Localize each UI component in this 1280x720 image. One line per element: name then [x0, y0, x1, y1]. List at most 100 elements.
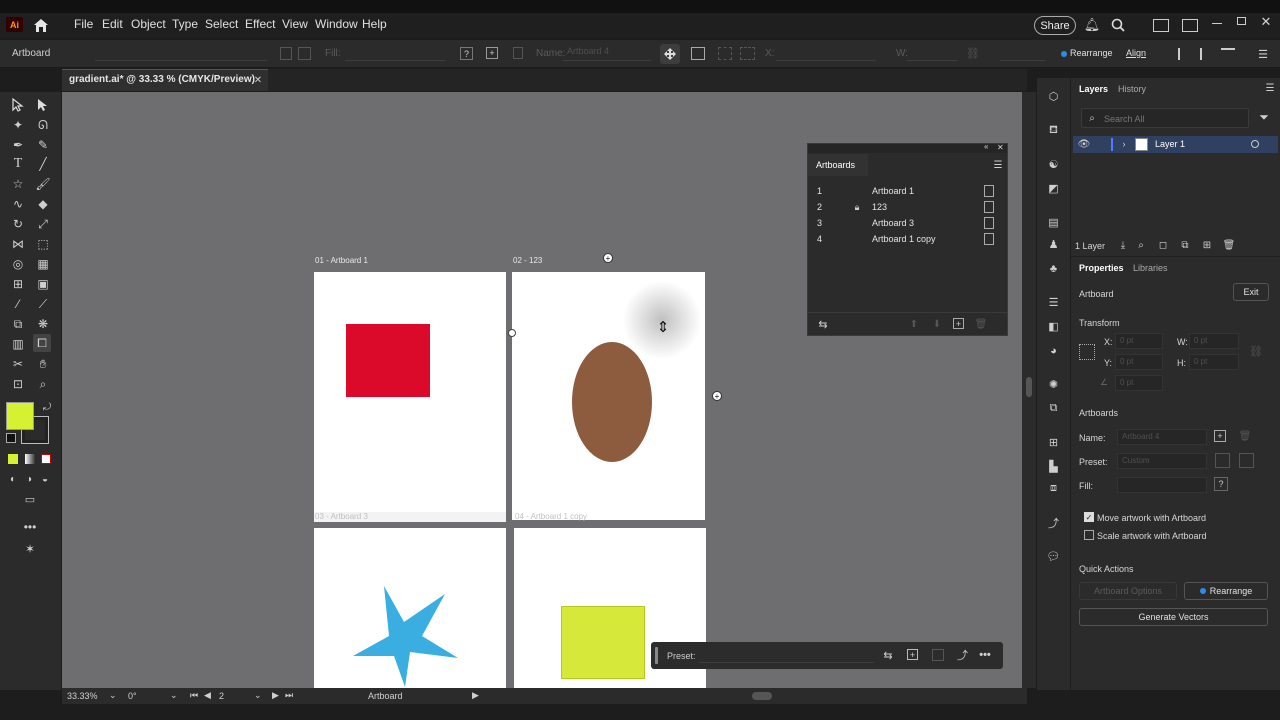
restore-icon[interactable] [1237, 17, 1246, 25]
menu-select[interactable]: Select [205, 17, 238, 31]
artboards-panel-menu-icon[interactable]: ☰ [993, 159, 1003, 171]
comments-icon[interactable]: 💬︎ [1045, 548, 1062, 565]
filter-icon[interactable]: ⏷ [1257, 110, 1271, 124]
edit-toolbar-icon[interactable]: ••• [21, 518, 39, 536]
align-left-icon[interactable] [1178, 48, 1190, 60]
task-export-icon[interactable]: ⤴ [956, 648, 969, 662]
export-icon[interactable]: ⤴ [1045, 514, 1062, 531]
move-up-icon[interactable]: ⬆ [908, 317, 920, 331]
perspective-grid-tool-icon[interactable]: ▦ [34, 255, 52, 273]
layer-name[interactable]: Layer 1 [1155, 139, 1185, 149]
artboard-options-row-icon[interactable] [984, 201, 994, 213]
artboards-tab[interactable]: Artboards [808, 154, 868, 176]
blue-star[interactable] [352, 584, 460, 688]
task-bar-grip[interactable] [655, 647, 658, 664]
rotate-angle-field[interactable]: 0 pt [1115, 375, 1163, 391]
next-artboard-icon[interactable]: ▶ [272, 690, 279, 701]
artboard-fill-dropdown[interactable] [1117, 477, 1207, 493]
new-layer-icon[interactable]: ⊞ [1201, 239, 1213, 251]
layer-row[interactable]: 👁︎ › Layer 1 [1073, 136, 1278, 153]
new-artboard-icon[interactable]: + [486, 47, 498, 59]
status-menu-icon[interactable]: ▶ [472, 690, 479, 701]
rearrange-all-icon[interactable]: ⇆ [816, 317, 830, 331]
landscape-icon[interactable] [298, 47, 311, 60]
artboard-tool-icon[interactable]: ⧠ [33, 334, 51, 352]
menu-effect[interactable]: Effect [245, 17, 275, 31]
locate-object-icon[interactable]: ⌕ [1135, 239, 1147, 251]
swap-colors-icon[interactable]: ⤾ [38, 398, 56, 416]
transparency-icon[interactable]: ◧ [1045, 318, 1062, 335]
workspace-icon[interactable] [1153, 19, 1169, 32]
search-icon[interactable] [1110, 17, 1126, 33]
control-h-field[interactable] [1000, 46, 1045, 61]
generative-icon[interactable]: ✶ [21, 540, 39, 558]
prev-artboard-icon[interactable]: ◀ [204, 690, 211, 701]
artboards-panel-header[interactable]: « ✕ [808, 142, 1007, 153]
collapse-panel-icon[interactable]: « [984, 142, 988, 151]
pathfinder-icon[interactable]: ▙ [1045, 458, 1062, 475]
control-menu-icon[interactable]: ☰ [1258, 47, 1268, 61]
vertical-scrollbar[interactable] [1022, 92, 1036, 688]
hand-tool-icon[interactable]: ✋︎ [34, 355, 52, 373]
lasso-tool-icon[interactable]: ᘏ [34, 116, 52, 134]
artboard-row[interactable]: 1 Artboard 1 [808, 183, 1007, 199]
default-colors-icon[interactable] [6, 433, 16, 443]
control-rearrange-button[interactable]: Rearrange [1070, 48, 1113, 58]
scale-artwork-checkbox[interactable] [1084, 530, 1094, 540]
control-name-field[interactable]: Artboard 4 [563, 46, 651, 61]
graphic-styles-icon[interactable]: ✺ [1045, 376, 1062, 393]
constrain-proportions-icon[interactable]: ⛓ [1249, 344, 1263, 358]
menu-object[interactable]: Object [131, 17, 166, 31]
color-mode-icon[interactable] [8, 454, 18, 464]
zoom-level[interactable]: 33.33% [67, 691, 98, 701]
menu-window[interactable]: Window [315, 17, 358, 31]
artboard-2[interactable]: ⇕ [512, 272, 707, 520]
transform-y-field[interactable]: 0 pt [1115, 354, 1163, 370]
type-tool-icon[interactable]: T [9, 155, 27, 173]
screen-mode-icon[interactable]: ▭ [21, 490, 39, 508]
distribute-icon[interactable] [1221, 48, 1235, 60]
transform-h-field[interactable]: 0 pt [1189, 354, 1239, 370]
shaper-tool-icon[interactable]: ∿ [9, 195, 27, 213]
reference-point-icon[interactable] [1079, 344, 1095, 360]
curvature-tool-icon[interactable]: ✎ [34, 136, 52, 154]
graph-tool-icon[interactable]: ▥ [9, 335, 27, 353]
brown-ellipse[interactable] [572, 342, 652, 462]
visibility-icon[interactable]: 👁︎ [1077, 138, 1091, 150]
slice-tool-icon[interactable]: ✂ [9, 355, 27, 373]
last-artboard-icon[interactable]: ⏭︎ [285, 690, 293, 701]
eyedropper-tool-icon[interactable]: ⁄ [9, 295, 27, 313]
gradient-tool-icon[interactable]: ▣ [34, 275, 52, 293]
stroke-panel-icon[interactable]: ☰ [1045, 294, 1062, 311]
vertical-scroll-thumb[interactable] [1026, 377, 1032, 397]
blend-tool-icon[interactable]: ⧉ [9, 315, 27, 333]
mesh-tool-icon[interactable]: ⊞ [9, 275, 27, 293]
zoom-tool-icon[interactable]: ⌕ [34, 375, 52, 393]
landscape-orientation-icon[interactable] [1239, 453, 1254, 468]
delete-layer-icon[interactable]: 🗑︎ [1223, 239, 1236, 251]
selection-tool-icon[interactable] [9, 96, 27, 114]
zoom-dropdown-icon[interactable]: ⌄ [109, 690, 117, 701]
puppet-icon[interactable]: ♟ [1045, 236, 1062, 253]
line-tool-icon[interactable]: ╱ [34, 155, 52, 173]
delete-artboard-icon[interactable]: 🗑︎ [1239, 430, 1252, 442]
eraser-tool-icon[interactable]: ◆ [34, 195, 52, 213]
paint-bucket-icon[interactable]: ⛾ [1045, 122, 1062, 139]
artboard-name-field[interactable]: Artboard 4 [1117, 429, 1207, 445]
control-x-field[interactable] [776, 46, 876, 61]
task-more-icon[interactable]: ••• [977, 648, 993, 662]
artboard-number[interactable]: 2 [219, 691, 224, 701]
artboard-options-icon[interactable] [691, 47, 705, 60]
artboard-options-row-icon[interactable] [984, 217, 994, 229]
minimize-icon[interactable] [1212, 23, 1222, 24]
layer-target-icon[interactable] [1251, 140, 1259, 148]
tab-layers[interactable]: Layers [1079, 84, 1108, 94]
portrait-orientation-icon[interactable] [1215, 453, 1230, 468]
artboard-handle-right[interactable]: + [712, 391, 722, 401]
rotation-value[interactable]: 0° [128, 691, 137, 701]
print-tiling-tool-icon[interactable]: ⊡ [9, 375, 27, 393]
control-preset-dropdown[interactable] [95, 46, 267, 61]
swatches-icon[interactable]: ▤ [1045, 214, 1062, 231]
direct-selection-tool-icon[interactable] [34, 96, 52, 114]
menu-view[interactable]: View [282, 17, 308, 31]
